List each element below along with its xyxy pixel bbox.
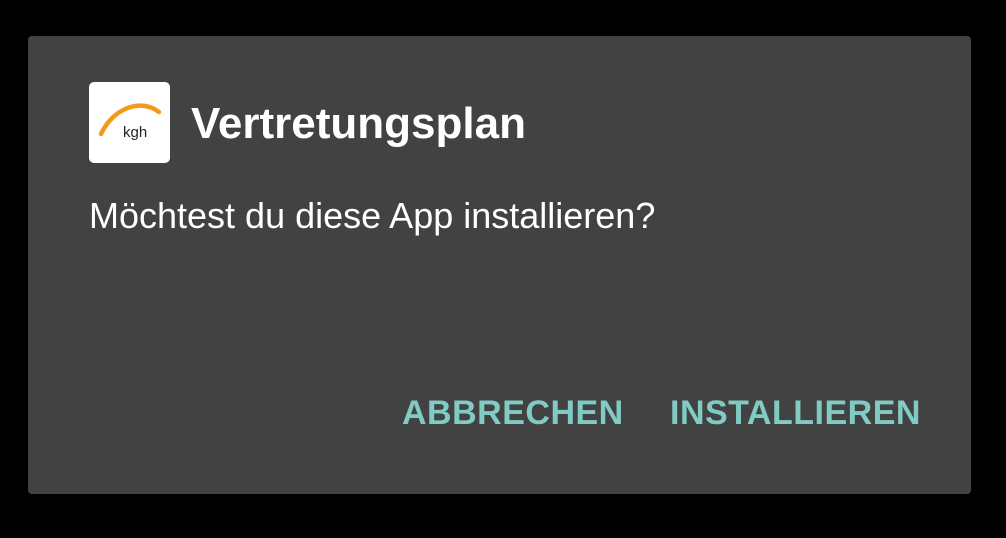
app-title: Vertretungsplan — [191, 99, 526, 148]
kgh-logo-icon: kgh — [98, 103, 162, 141]
logo-text: kgh — [123, 124, 147, 141]
cancel-button[interactable]: ABBRECHEN — [402, 392, 624, 434]
app-icon: kgh — [89, 82, 170, 163]
install-message: Möchtest du diese App installieren? — [89, 195, 656, 236]
install-dialog: kgh Vertretungsplan Möchtest du diese Ap… — [28, 36, 971, 494]
install-button[interactable]: INSTALLIEREN — [670, 392, 921, 434]
